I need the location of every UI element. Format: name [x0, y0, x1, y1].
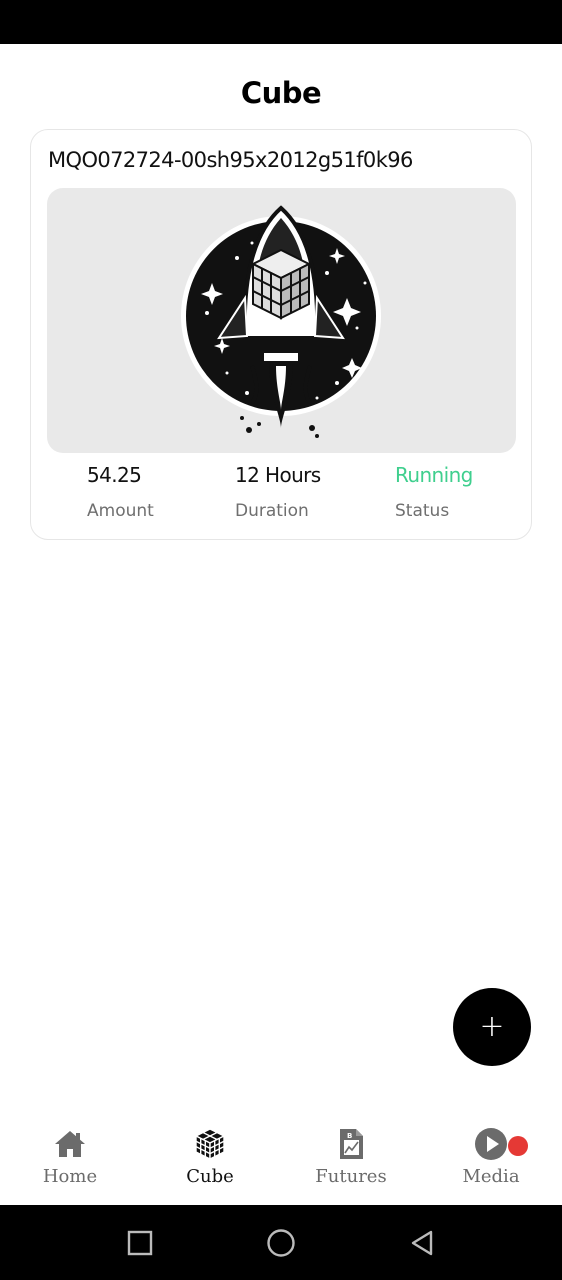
nav-item-media[interactable]: Media — [431, 1126, 551, 1187]
cube-image — [47, 188, 516, 453]
svg-text:B: B — [347, 1132, 352, 1140]
home-icon — [55, 1131, 85, 1157]
nav-label-media: Media — [462, 1166, 520, 1187]
cube-id: MQO072724-00sh95x2012g51f0k96 — [48, 148, 413, 172]
system-navigation-bar — [0, 1205, 562, 1280]
amount-label: Amount — [87, 501, 154, 521]
status-label: Status — [395, 501, 450, 521]
status-stat: Running Status — [395, 463, 473, 521]
nav-item-futures[interactable]: B Futures — [291, 1126, 411, 1187]
nav-item-cube[interactable]: Cube — [150, 1126, 270, 1187]
recents-button[interactable] — [120, 1223, 160, 1263]
duration-stat: 12 Hours Duration — [235, 463, 321, 521]
duration-value: 12 Hours — [235, 463, 321, 487]
nav-label-home: Home — [42, 1166, 98, 1187]
cube-icon — [194, 1128, 226, 1161]
rocket-cube-logo — [181, 205, 381, 438]
home-system-button[interactable] — [261, 1223, 301, 1263]
square-icon — [127, 1230, 153, 1256]
nav-label-futures: Futures — [315, 1166, 387, 1187]
back-triangle-icon — [411, 1230, 433, 1256]
circle-icon — [267, 1229, 295, 1257]
add-cube-button[interactable]: + — [453, 988, 531, 1066]
page-title: Cube — [240, 76, 322, 110]
plus-icon: + — [479, 1009, 505, 1044]
nav-item-home[interactable]: Home — [10, 1126, 130, 1187]
duration-label: Duration — [235, 501, 309, 521]
back-button[interactable] — [402, 1223, 442, 1263]
amount-stat: 54.25 Amount — [87, 463, 154, 521]
nav-label-cube: Cube — [186, 1166, 234, 1187]
notification-badge — [508, 1136, 528, 1156]
status-bar — [0, 0, 562, 44]
bottom-nav: Home Cube B Futures Media — [0, 1110, 562, 1205]
status-value: Running — [395, 463, 473, 487]
play-icon — [475, 1128, 507, 1160]
cube-card[interactable]: MQO072724-00sh95x2012g51f0k96 54.25 Amou… — [30, 129, 532, 540]
amount-value: 54.25 — [87, 463, 142, 487]
futures-document-icon: B — [340, 1129, 363, 1159]
